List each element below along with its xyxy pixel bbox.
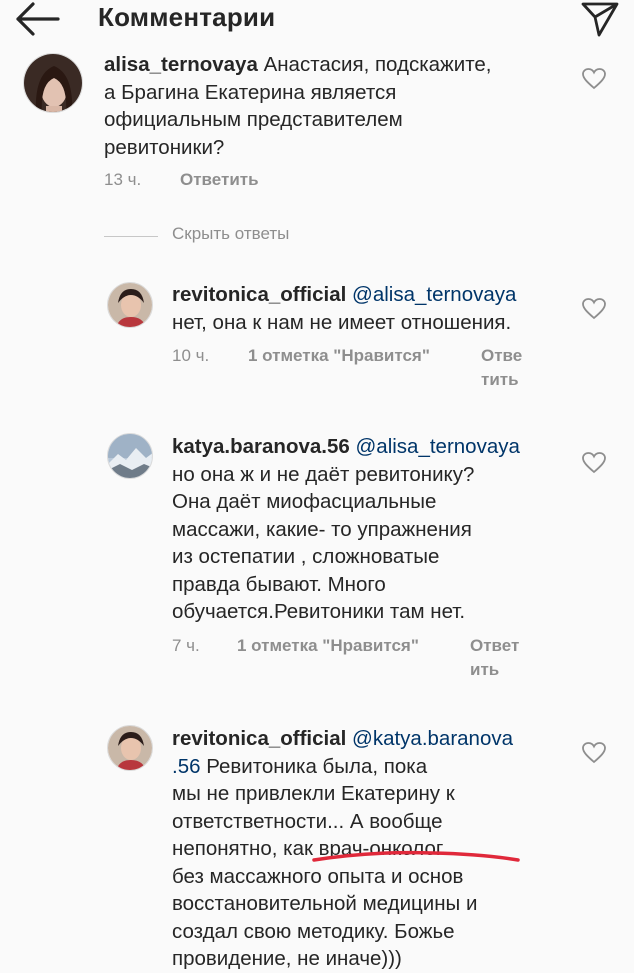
reply-button[interactable]: Ответить <box>470 634 519 682</box>
avatar[interactable] <box>107 725 153 771</box>
avatar[interactable] <box>107 433 153 479</box>
header-bar: Комментарии <box>0 0 634 40</box>
heart-icon[interactable] <box>581 741 607 765</box>
likes-count[interactable]: 1 отметка "Нравится" <box>248 346 430 366</box>
comment-time: 10 ч. <box>172 346 210 365</box>
comment-time: 7 ч. <box>172 636 200 655</box>
avatar[interactable] <box>107 282 153 328</box>
mention-link[interactable]: @alisa_ternovaya <box>355 435 519 458</box>
mention-link[interactable]: @alisa_ternovaya <box>352 283 516 306</box>
comment-text: alisa_ternovaya Анастасия, подскажите, а… <box>104 53 492 159</box>
likes-count[interactable]: 1 отметка "Нравится" <box>237 636 419 656</box>
mention-link[interactable]: @katya.baranova <box>352 727 513 750</box>
avatar[interactable] <box>23 53 83 113</box>
hide-replies-button[interactable]: Скрыть ответы <box>172 224 289 244</box>
username[interactable]: revitonica_official <box>172 727 346 750</box>
username[interactable]: revitonica_official <box>172 283 346 306</box>
comment-time: 13 ч. <box>104 170 142 189</box>
heart-icon[interactable] <box>581 451 607 475</box>
heart-icon[interactable] <box>581 297 607 321</box>
red-underline-annotation <box>312 850 520 862</box>
username[interactable]: katya.baranova.56 <box>172 435 350 458</box>
arrow-left-icon[interactable] <box>14 2 62 36</box>
mention-link[interactable]: .56 <box>172 755 201 778</box>
reply-button[interactable]: Ответить <box>481 344 522 392</box>
paper-plane-icon[interactable] <box>580 1 620 37</box>
divider <box>104 236 158 237</box>
reply-button[interactable]: Ответить <box>180 168 259 192</box>
comment-text: revitonica_official @alisa_ternovaya нет… <box>172 283 517 334</box>
username[interactable]: alisa_ternovaya <box>104 53 258 76</box>
heart-icon[interactable] <box>581 67 607 91</box>
comment-text: katya.baranova.56 @alisa_ternovaya но он… <box>172 435 520 623</box>
page-title: Комментарии <box>98 2 276 32</box>
